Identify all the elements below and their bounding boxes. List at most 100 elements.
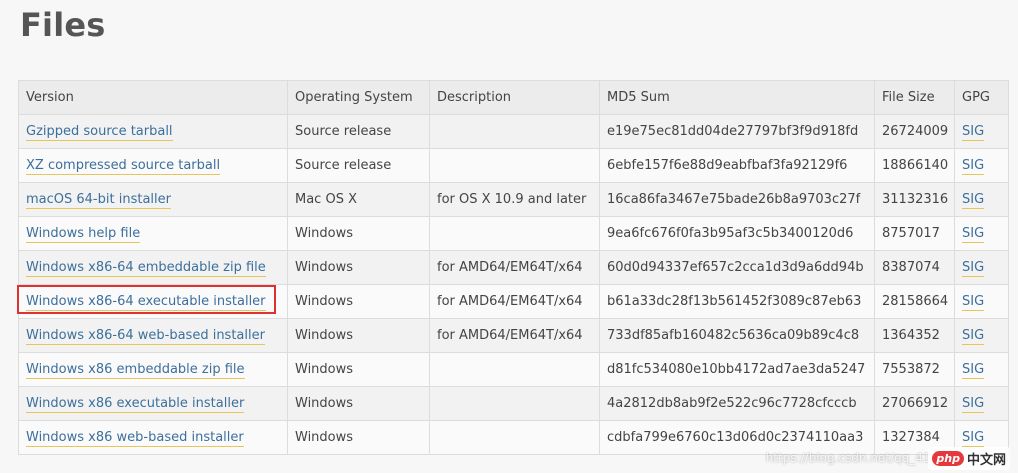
gpg-column-cell: SIG xyxy=(954,318,1009,353)
gpg-column-cell: SIG xyxy=(954,352,1009,387)
operating-system-cell: Windows xyxy=(287,386,430,421)
gpg-signature-link[interactable]: SIG xyxy=(962,328,985,345)
gpg-signature-link[interactable]: SIG xyxy=(962,396,985,413)
logo-mark: php xyxy=(932,451,964,466)
file-version-link[interactable]: Windows x86 web-based installer xyxy=(26,430,244,447)
operating-system-cell: Windows xyxy=(287,284,430,319)
gpg-signature-link[interactable]: SIG xyxy=(962,192,985,209)
file-size-cell: 28158664 xyxy=(874,284,955,319)
description-cell: for AMD64/EM64T/x64 xyxy=(429,318,600,353)
gpg-column-cell: SIG xyxy=(954,284,1009,319)
gpg-column-cell: SIG xyxy=(954,182,1009,217)
md5-sum-cell: 4a2812db8ab9f2e522c96c7728cfcccb xyxy=(599,386,875,421)
gpg-signature-link[interactable]: SIG xyxy=(962,226,985,243)
operating-system-cell: Windows xyxy=(287,420,430,455)
site-logo: php 中文网 xyxy=(928,447,1010,470)
files-table: Version Operating System Description MD5… xyxy=(18,80,1009,455)
table-header-row: Version Operating System Description MD5… xyxy=(18,80,1009,115)
gpg-column-cell: SIG xyxy=(954,216,1009,251)
file-version-link[interactable]: Windows x86-64 executable installer xyxy=(26,294,266,311)
description-cell xyxy=(429,216,600,251)
version-column-cell: Windows x86 executable installer xyxy=(18,386,288,421)
file-version-link[interactable]: macOS 64-bit installer xyxy=(26,192,171,209)
version-column-cell: Windows x86 web-based installer xyxy=(18,420,288,455)
description-cell: for AMD64/EM64T/x64 xyxy=(429,284,600,319)
file-version-link[interactable]: Gzipped source tarball xyxy=(26,124,173,141)
file-version-link[interactable]: Windows x86 embeddable zip file xyxy=(26,362,245,379)
watermark: https://blog.csdn.net/qq_41... xyxy=(765,451,942,465)
operating-system-cell: Mac OS X xyxy=(287,182,430,217)
operating-system-cell: Windows xyxy=(287,250,430,285)
table-row: Windows x86 embeddable zip file Windows d8… xyxy=(18,352,1009,387)
table-row: Windows x86 executable installer Windows 4… xyxy=(18,386,1009,421)
file-version-link[interactable]: Windows x86-64 web-based installer xyxy=(26,328,265,345)
operating-system-cell: Windows xyxy=(287,352,430,387)
operating-system-cell: Windows xyxy=(287,318,430,353)
table-row: Windows help file Windows 9ea6fc676f0fa3b9… xyxy=(18,216,1009,251)
version-column-cell: Windows x86 embeddable zip file xyxy=(18,352,288,387)
description-cell xyxy=(429,420,600,455)
version-column-cell: Windows x86-64 executable installer xyxy=(18,284,288,319)
description-cell xyxy=(429,352,600,387)
md5-sum-cell: d81fc534080e10bb4172ad7ae3da5247 xyxy=(599,352,875,387)
column-header-md5-sum: MD5 Sum xyxy=(599,80,875,115)
operating-system-cell: Source release xyxy=(287,114,430,149)
logo-text: 中文网 xyxy=(966,453,1006,468)
file-version-link[interactable]: XZ compressed source tarball xyxy=(26,158,221,175)
description-cell xyxy=(429,148,600,183)
gpg-signature-link[interactable]: SIG xyxy=(962,362,985,379)
file-version-link[interactable]: Windows help file xyxy=(26,226,141,243)
column-header-description: Description xyxy=(429,80,600,115)
md5-sum-cell: 60d0d94337ef657c2cca1d3d9a6dd94b xyxy=(599,250,875,285)
files-page: Files Version Operating System Descripti… xyxy=(0,0,1018,473)
file-size-cell: 27066912 xyxy=(874,386,955,421)
version-column-cell: Gzipped source tarball xyxy=(18,114,288,149)
file-size-cell: 26724009 xyxy=(874,114,955,149)
description-cell: for OS X 10.9 and later xyxy=(429,182,600,217)
column-header-gpg: GPG xyxy=(954,80,1009,115)
gpg-signature-link[interactable]: SIG xyxy=(962,124,985,141)
md5-sum-cell: cdbfa799e6760c13d06d0c2374110aa3 xyxy=(599,420,875,455)
file-size-cell: 7553872 xyxy=(874,352,955,387)
file-size-cell: 1364352 xyxy=(874,318,955,353)
gpg-column-cell: SIG xyxy=(954,386,1009,421)
operating-system-cell: Windows xyxy=(287,216,430,251)
gpg-signature-link[interactable]: SIG xyxy=(962,294,985,311)
md5-sum-cell: 16ca86fa3467e75bade26b8a9703c27f xyxy=(599,182,875,217)
version-column-cell: Windows help file xyxy=(18,216,288,251)
gpg-signature-link[interactable]: SIG xyxy=(962,430,985,447)
gpg-column-cell: SIG xyxy=(954,250,1009,285)
version-column-cell: Windows x86-64 embeddable zip file xyxy=(18,250,288,285)
md5-sum-cell: 6ebfe157f6e88d9eabfbaf3fa92129f6 xyxy=(599,148,875,183)
gpg-signature-link[interactable]: SIG xyxy=(962,158,985,175)
column-header-file-size: File Size xyxy=(874,80,955,115)
md5-sum-cell: e19e75ec81dd04de27797bf3f9d918fd xyxy=(599,114,875,149)
description-cell: for AMD64/EM64T/x64 xyxy=(429,250,600,285)
file-size-cell: 8387074 xyxy=(874,250,955,285)
table-row: Windows x86-64 executable installer Windo… xyxy=(18,284,1009,319)
table-row: Windows x86 web-based installer Windows cd… xyxy=(18,420,1009,455)
gpg-column-cell: SIG xyxy=(954,114,1009,149)
operating-system-cell: Source release xyxy=(287,148,430,183)
table-row: Windows x86-64 embeddable zip file Window… xyxy=(18,250,1009,285)
file-size-cell: 31132316 xyxy=(874,182,955,217)
file-version-link[interactable]: Windows x86 executable installer xyxy=(26,396,245,413)
file-version-link[interactable]: Windows x86-64 embeddable zip file xyxy=(26,260,266,277)
gpg-column-cell: SIG xyxy=(954,148,1009,183)
gpg-signature-link[interactable]: SIG xyxy=(962,260,985,277)
table-row: XZ compressed source tarball Source relea… xyxy=(18,148,1009,183)
table-row: Gzipped source tarball Source release e19e… xyxy=(18,114,1009,149)
md5-sum-cell: b61a33dc28f13b561452f3089c87eb63 xyxy=(599,284,875,319)
description-cell xyxy=(429,114,600,149)
table-row: Windows x86-64 web-based installer Window… xyxy=(18,318,1009,353)
file-size-cell: 8757017 xyxy=(874,216,955,251)
md5-sum-cell: 9ea6fc676f0fa3b95af3c5b3400120d6 xyxy=(599,216,875,251)
version-column-cell: macOS 64-bit installer xyxy=(18,182,288,217)
page-title: Files xyxy=(20,6,106,44)
file-size-cell: 18866140 xyxy=(874,148,955,183)
table-row: macOS 64-bit installer Mac OS Xfor OS X 1… xyxy=(18,182,1009,217)
version-column-cell: XZ compressed source tarball xyxy=(18,148,288,183)
column-header-operating-system: Operating System xyxy=(287,80,430,115)
column-header-version: Version xyxy=(18,80,288,115)
version-column-cell: Windows x86-64 web-based installer xyxy=(18,318,288,353)
